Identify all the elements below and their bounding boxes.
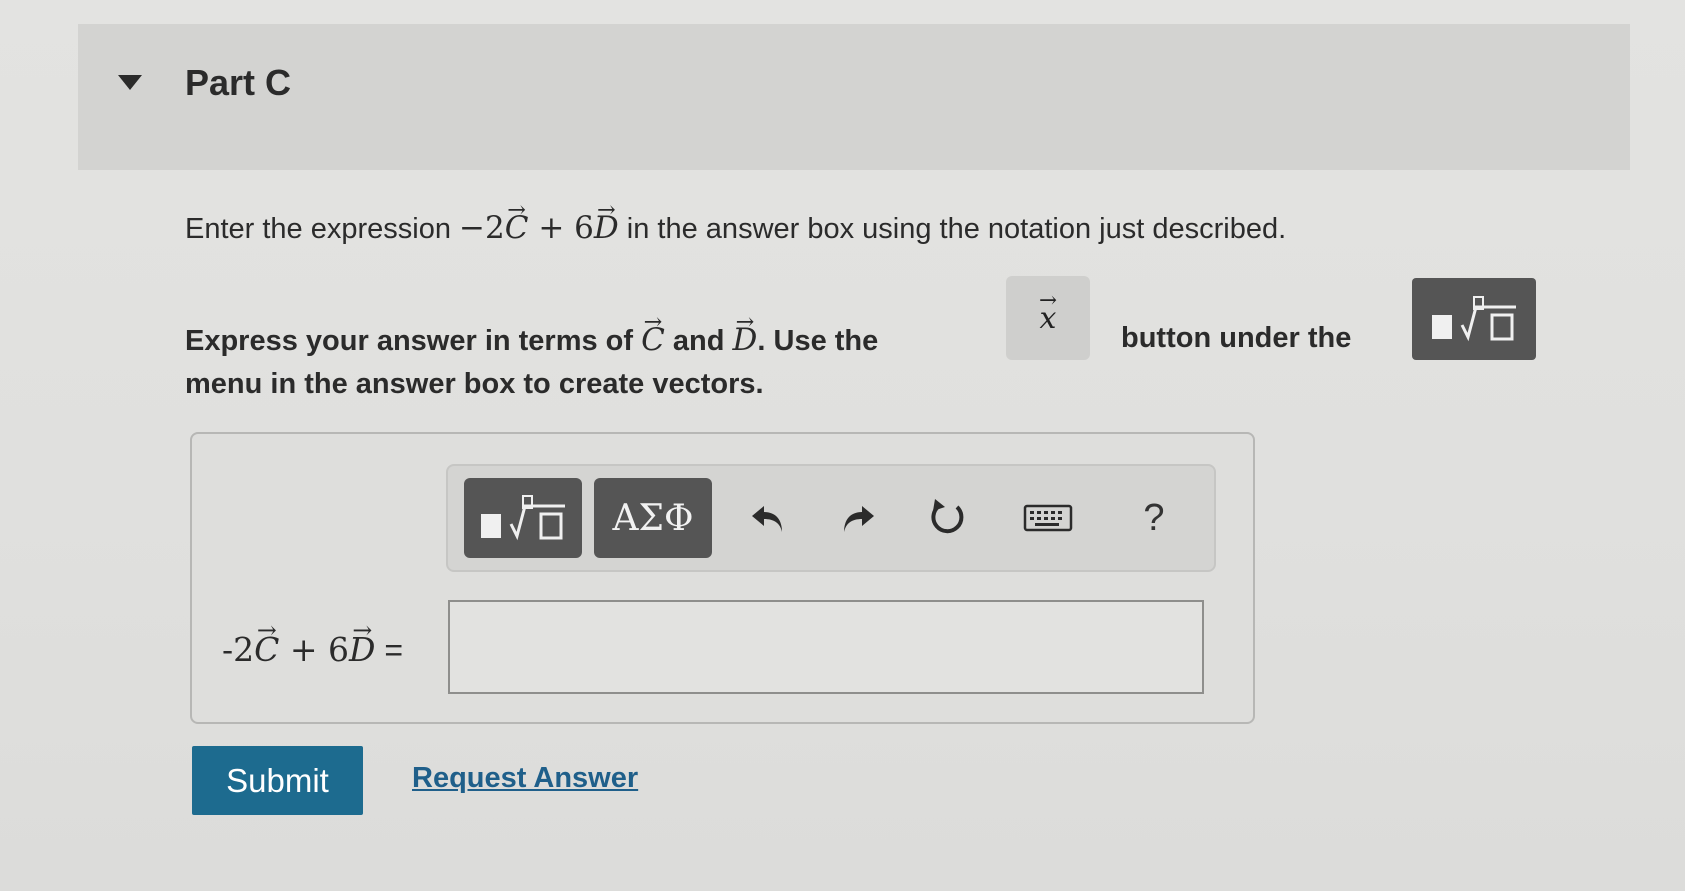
greek-symbols-button[interactable]: ΑΣΦ <box>594 478 712 558</box>
instruction-expression: −2C + 6D <box>459 210 619 246</box>
and-text: and <box>664 325 733 357</box>
vector-button-icon: x <box>1006 276 1090 360</box>
instruction-before: Enter the expression <box>185 213 460 245</box>
vector-x-symbol: x <box>1040 301 1057 336</box>
instruction-text: Enter the expression −2C + 6D in the ans… <box>185 210 1286 246</box>
vector-c: C <box>641 322 665 358</box>
help-icon[interactable]: ? <box>1124 488 1184 548</box>
vector-c: C <box>505 210 529 246</box>
math-toolbar: ΑΣΦ ? <box>446 464 1216 572</box>
express-line-2: menu in the answer box to create vectors… <box>185 368 764 400</box>
submit-button[interactable]: Submit <box>192 746 363 815</box>
caret-down-icon[interactable] <box>116 72 144 92</box>
button-under-the-text: button under the <box>1121 322 1352 354</box>
coef: -2 <box>222 630 255 669</box>
use-the-text: . Use the <box>757 325 879 357</box>
plus-term: + 6 <box>528 210 594 246</box>
page: Part C Enter the expression −2C + 6D in … <box>0 0 1685 891</box>
instruction-after: in the answer box using the notation jus… <box>618 213 1287 245</box>
answer-box: ΑΣΦ ? -2→ C + 6→ D = <box>190 432 1255 724</box>
undo-icon[interactable] <box>738 488 798 548</box>
express-line-1: Express your answer in terms of C and D.… <box>185 322 878 358</box>
vector-d: D <box>349 630 375 669</box>
express-text: Express your answer in terms of <box>185 325 642 357</box>
part-header <box>78 24 1630 170</box>
equation-label: -2C + 6D = <box>222 630 403 669</box>
reset-icon[interactable] <box>918 488 978 548</box>
template-icon <box>1412 278 1536 360</box>
coef: −2 <box>459 210 505 246</box>
answer-input[interactable] <box>448 600 1204 694</box>
keyboard-icon[interactable] <box>1018 488 1078 548</box>
vector-d: D <box>594 210 619 246</box>
equation-expression: -2C + 6D <box>222 630 376 669</box>
plus-term: + 6 <box>279 630 350 669</box>
request-answer-link[interactable]: Request Answer <box>412 762 638 795</box>
template-icon <box>481 495 565 541</box>
vector-d: D <box>733 322 758 358</box>
vector-c: C <box>254 630 279 669</box>
part-title: Part C <box>185 62 292 103</box>
equals-sign: = <box>375 632 404 668</box>
redo-icon[interactable] <box>828 488 888 548</box>
template-button[interactable] <box>464 478 582 558</box>
